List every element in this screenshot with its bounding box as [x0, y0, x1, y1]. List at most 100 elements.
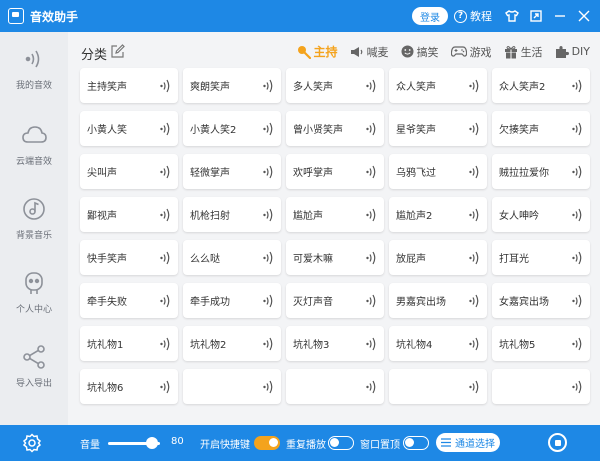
play-sound-icon[interactable] — [160, 337, 171, 351]
play-sound-icon[interactable] — [160, 380, 171, 394]
sound-card[interactable]: 星爷笑声 — [389, 111, 487, 146]
help-icon[interactable]: ? — [454, 9, 467, 23]
play-sound-icon[interactable] — [263, 294, 274, 308]
volume-slider-handle[interactable] — [145, 437, 158, 449]
repeat-toggle[interactable] — [328, 436, 354, 450]
sound-card[interactable] — [492, 369, 590, 404]
sound-card[interactable]: 欠揍笑声 — [492, 111, 590, 146]
play-sound-icon[interactable] — [160, 251, 171, 265]
sound-card[interactable]: 多人笑声 — [286, 68, 384, 103]
close-icon[interactable] — [572, 0, 596, 32]
sound-card[interactable]: 坑礼物3 — [286, 326, 384, 361]
gear-icon[interactable] — [22, 433, 42, 453]
sound-card[interactable] — [183, 369, 281, 404]
sound-card[interactable]: 机枪扫射 — [183, 197, 281, 232]
sound-card[interactable]: 爽朗笑声 — [183, 68, 281, 103]
sound-card[interactable]: 欢呼掌声 — [286, 154, 384, 189]
sound-card[interactable]: 鄙视声 — [80, 197, 178, 232]
play-sound-icon[interactable] — [469, 122, 480, 136]
mini-mode-icon[interactable] — [524, 0, 548, 32]
play-sound-icon[interactable] — [263, 122, 274, 136]
sound-card[interactable] — [389, 369, 487, 404]
play-sound-icon[interactable] — [263, 79, 274, 93]
play-sound-icon[interactable] — [469, 294, 480, 308]
login-button[interactable]: 登录 — [412, 7, 448, 25]
play-sound-icon[interactable] — [160, 79, 171, 93]
channel-select-button[interactable]: 通道选择 — [436, 433, 500, 452]
play-sound-icon[interactable] — [469, 251, 480, 265]
sound-card[interactable]: 贼拉拉爱你 — [492, 154, 590, 189]
sidebar-item-cloud-sounds[interactable]: 云端音效 — [0, 122, 68, 182]
play-sound-icon[interactable] — [572, 294, 583, 308]
play-sound-icon[interactable] — [366, 294, 377, 308]
sound-card[interactable]: 乌鸦飞过 — [389, 154, 487, 189]
sidebar-item-background-music[interactable]: 背景音乐 — [0, 196, 68, 256]
play-sound-icon[interactable] — [263, 251, 274, 265]
sound-card[interactable]: 可爱木嘛 — [286, 240, 384, 275]
sound-card[interactable]: 坑礼物4 — [389, 326, 487, 361]
sound-card[interactable]: 牵手失败 — [80, 283, 178, 318]
play-sound-icon[interactable] — [572, 251, 583, 265]
play-sound-icon[interactable] — [366, 380, 377, 394]
sound-card[interactable]: 坑礼物2 — [183, 326, 281, 361]
stop-button[interactable] — [548, 433, 567, 452]
sidebar-item-profile[interactable]: 个人中心 — [0, 270, 68, 330]
play-sound-icon[interactable] — [263, 165, 274, 179]
play-sound-icon[interactable] — [469, 208, 480, 222]
sound-card[interactable]: 放屁声 — [389, 240, 487, 275]
sound-card[interactable]: 小黄人笑 — [80, 111, 178, 146]
sound-card[interactable]: 尴尬声 — [286, 197, 384, 232]
sound-card[interactable]: 快手笑声 — [80, 240, 178, 275]
tab-game[interactable]: 游戏 — [450, 44, 492, 60]
play-sound-icon[interactable] — [572, 165, 583, 179]
play-sound-icon[interactable] — [366, 251, 377, 265]
sound-card[interactable]: 众人笑声2 — [492, 68, 590, 103]
edit-icon[interactable] — [111, 44, 125, 58]
play-sound-icon[interactable] — [572, 380, 583, 394]
play-sound-icon[interactable] — [366, 208, 377, 222]
sound-card[interactable]: 打耳光 — [492, 240, 590, 275]
sound-card[interactable]: 主持笑声 — [80, 68, 178, 103]
play-sound-icon[interactable] — [366, 165, 377, 179]
play-sound-icon[interactable] — [572, 208, 583, 222]
sidebar-item-import-export[interactable]: 导入导出 — [0, 344, 68, 404]
play-sound-icon[interactable] — [160, 165, 171, 179]
sound-card[interactable]: 尖叫声 — [80, 154, 178, 189]
play-sound-icon[interactable] — [572, 122, 583, 136]
skin-icon[interactable] — [500, 0, 524, 32]
tab-diy[interactable]: DIY — [555, 45, 590, 59]
sound-card[interactable]: 么么哒 — [183, 240, 281, 275]
tab-shout[interactable]: 喊麦 — [350, 44, 389, 60]
hotkey-toggle[interactable] — [254, 436, 280, 450]
sound-card[interactable]: 轻微掌声 — [183, 154, 281, 189]
ontop-toggle[interactable] — [403, 436, 429, 450]
tutorial-link[interactable]: 教程 — [470, 8, 492, 24]
play-sound-icon[interactable] — [572, 337, 583, 351]
sound-card[interactable]: 曾小贤笑声 — [286, 111, 384, 146]
tab-host[interactable]: 主持 — [297, 43, 338, 60]
play-sound-icon[interactable] — [160, 294, 171, 308]
sidebar-item-my-sounds[interactable]: 我的音效 — [0, 46, 68, 106]
sound-card[interactable]: 女人呻吟 — [492, 197, 590, 232]
sound-card[interactable]: 坑礼物6 — [80, 369, 178, 404]
play-sound-icon[interactable] — [469, 337, 480, 351]
sound-card[interactable]: 坑礼物5 — [492, 326, 590, 361]
play-sound-icon[interactable] — [160, 122, 171, 136]
play-sound-icon[interactable] — [366, 122, 377, 136]
play-sound-icon[interactable] — [160, 208, 171, 222]
sound-card[interactable]: 女嘉宾出场 — [492, 283, 590, 318]
sound-card[interactable]: 男嘉宾出场 — [389, 283, 487, 318]
sound-card[interactable]: 尴尬声2 — [389, 197, 487, 232]
play-sound-icon[interactable] — [469, 165, 480, 179]
sound-card[interactable]: 灭灯声音 — [286, 283, 384, 318]
tab-life[interactable]: 生活 — [504, 44, 543, 60]
play-sound-icon[interactable] — [263, 380, 274, 394]
sound-card[interactable] — [286, 369, 384, 404]
tab-funny[interactable]: 搞笑 — [401, 44, 439, 60]
sound-card[interactable]: 众人笑声 — [389, 68, 487, 103]
sound-card[interactable]: 牵手成功 — [183, 283, 281, 318]
play-sound-icon[interactable] — [263, 208, 274, 222]
sound-card[interactable]: 小黄人笑2 — [183, 111, 281, 146]
play-sound-icon[interactable] — [572, 79, 583, 93]
play-sound-icon[interactable] — [366, 337, 377, 351]
